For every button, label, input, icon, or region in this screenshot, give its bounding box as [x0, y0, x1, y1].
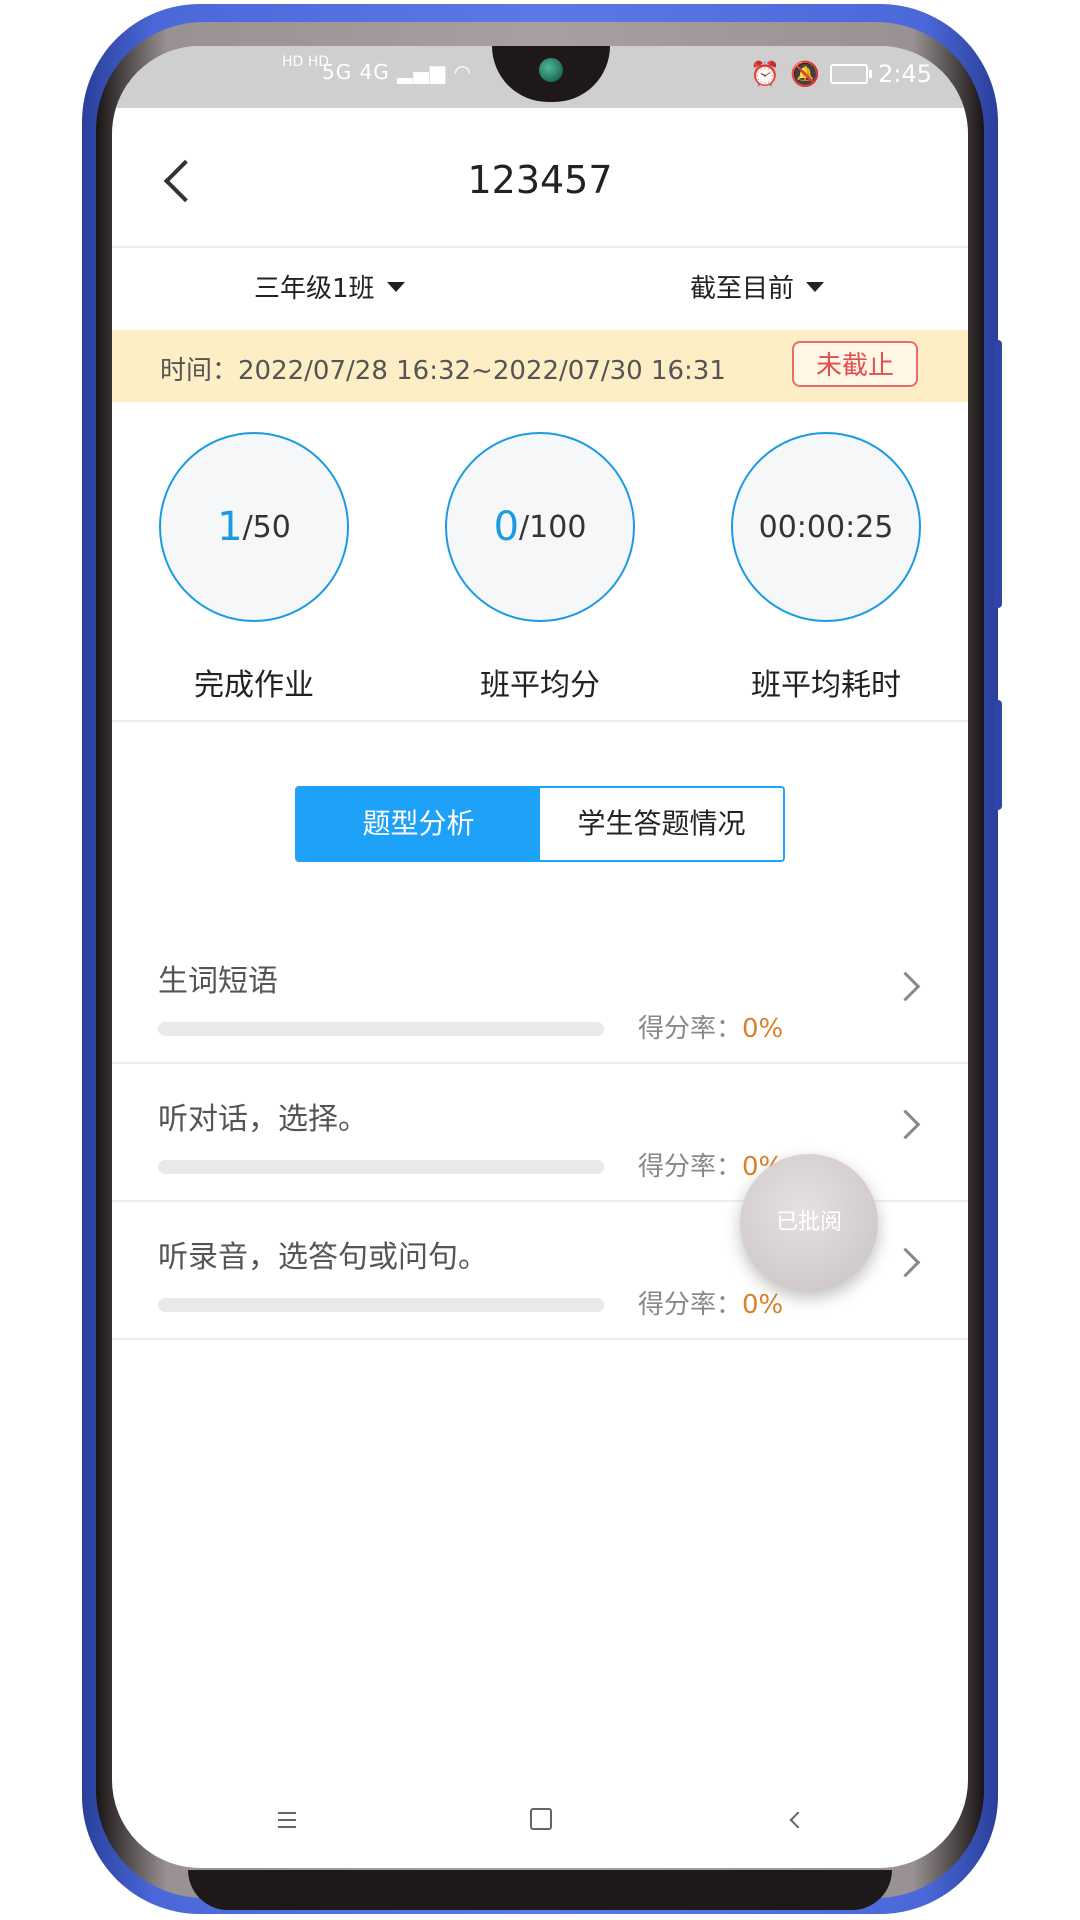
- score-label: 得分率：: [638, 1014, 743, 1044]
- list-item-title: 听对话，选择。: [158, 1102, 368, 1137]
- range-dropdown-label: 截至目前: [690, 274, 795, 304]
- score-value: 0%: [742, 1290, 784, 1320]
- menu-icon[interactable]: [278, 1812, 296, 1833]
- score-rate: 得分率：0%: [638, 1284, 783, 1321]
- reviewed-floating-button[interactable]: 已批阅: [740, 1154, 878, 1292]
- stat-average-time: 00:00:25 班平均耗时: [726, 432, 926, 704]
- power-button: [994, 700, 1002, 810]
- phone-chin: [188, 1870, 892, 1910]
- stat-average-score: 0 /100 班平均分: [440, 432, 640, 704]
- stat-total: /100: [519, 509, 587, 545]
- list-item-title: 听录音，选答句或问句。: [158, 1240, 488, 1275]
- score-value: 0%: [742, 1014, 784, 1044]
- progress-bar: [158, 1160, 604, 1174]
- status-bar: HD HD 5G 4G ▂▄▆ ◠ ⏰ 🔕 2:45: [112, 46, 968, 108]
- analysis-tabs: 题型分析 学生答题情况: [295, 786, 785, 862]
- phone-screen: HD HD 5G 4G ▂▄▆ ◠ ⏰ 🔕 2:45 123457 三年级1班 …: [112, 46, 968, 1868]
- page-title: 123457: [467, 158, 613, 202]
- progress-bar: [158, 1298, 604, 1312]
- progress-bar: [158, 1022, 604, 1036]
- stat-label: 完成作业: [194, 668, 314, 703]
- filter-bar: 三年级1班 截至目前: [112, 246, 968, 330]
- camera-notch: [492, 46, 610, 102]
- score-label: 得分率：: [638, 1152, 743, 1182]
- nav-back-icon[interactable]: [789, 1811, 807, 1829]
- stat-label: 班平均耗时: [751, 668, 901, 703]
- time-range-text: 时间：2022/07/28 16:32~2022/07/30 16:31: [160, 356, 726, 386]
- battery-icon: [830, 64, 873, 84]
- list-item[interactable]: 生词短语 得分率：0%: [112, 926, 968, 1064]
- stat-value: 0: [493, 504, 520, 550]
- list-item-title: 生词短语: [158, 964, 278, 999]
- clock-time: 2:45: [878, 60, 932, 88]
- system-nav-bar: [112, 1778, 968, 1868]
- score-label: 得分率：: [638, 1290, 743, 1320]
- stat-label: 班平均分: [480, 668, 600, 703]
- stats-panel: 1 /50 完成作业 0 /100 班平均分 00:00:25 班平均耗时: [112, 402, 968, 722]
- tab-question-type[interactable]: 题型分析: [297, 788, 540, 860]
- alarm-icon: ⏰: [750, 60, 781, 88]
- stat-completed: 1 /50 完成作业: [154, 432, 354, 704]
- stat-circle: 0 /100: [445, 432, 635, 622]
- caret-down-icon: [386, 281, 405, 292]
- stat-circle: 00:00:25: [731, 432, 921, 622]
- chevron-right-icon: [890, 971, 921, 1002]
- range-dropdown[interactable]: 截至目前: [690, 268, 825, 305]
- class-dropdown[interactable]: 三年级1班: [254, 268, 405, 305]
- time-banner: 时间：2022/07/28 16:32~2022/07/30 16:31 未截止: [112, 330, 968, 402]
- app-header: 123457: [112, 108, 968, 248]
- home-icon[interactable]: [530, 1808, 552, 1830]
- stat-circle: 1 /50: [159, 432, 349, 622]
- status-badge: 未截止: [792, 341, 918, 387]
- chevron-right-icon: [890, 1247, 921, 1278]
- stat-value: 1: [217, 504, 243, 550]
- class-dropdown-label: 三年级1班: [254, 274, 375, 304]
- tab-student-answers[interactable]: 学生答题情况: [540, 788, 783, 860]
- chevron-right-icon: [890, 1109, 921, 1140]
- stat-value: 00:00:25: [758, 509, 894, 545]
- mute-icon: 🔕: [790, 60, 821, 88]
- status-right: ⏰ 🔕 2:45: [750, 60, 932, 88]
- score-rate: 得分率：0%: [638, 1008, 783, 1045]
- caret-down-icon: [806, 281, 825, 292]
- volume-button: [994, 340, 1002, 608]
- signal-label: 5G 4G: [322, 60, 390, 84]
- front-camera-icon: [539, 58, 563, 82]
- signal-icon: 5G 4G ▂▄▆ ◠: [322, 60, 473, 84]
- stat-total: /50: [242, 509, 291, 545]
